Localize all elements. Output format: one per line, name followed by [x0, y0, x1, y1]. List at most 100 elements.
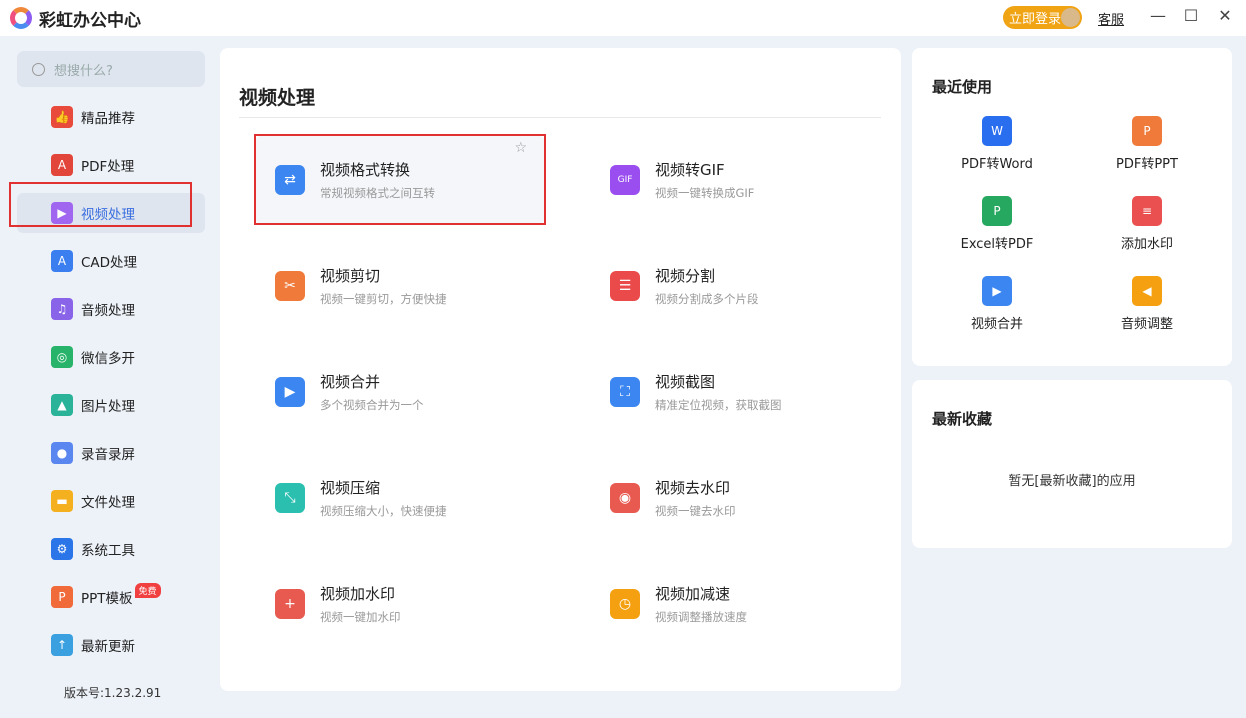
tool-desc: 视频一键去水印 [655, 504, 736, 518]
tool-desc: 精准定位视频，获取截图 [655, 398, 782, 412]
sidebar-item-label: CAD处理 [81, 255, 138, 271]
title-bar: 彩虹办公中心 立即登录 客服 — ☐ ✕ [0, 0, 1246, 36]
recent-item-label: Excel转PDF [960, 237, 1034, 252]
sidebar-item[interactable]: ⚙ 系统工具 [17, 529, 205, 569]
tool-title: 视频转GIF [655, 161, 725, 179]
sidebar-item-icon: A [51, 154, 73, 176]
recent-item-label: 视频合并 [970, 317, 1023, 332]
minimize-icon[interactable]: — [1148, 6, 1168, 25]
recent-item[interactable]: ≡ 添加水印 [1072, 196, 1222, 252]
sidebar-item-icon: A [51, 250, 73, 272]
recent-item[interactable]: P Excel转PDF [922, 196, 1072, 252]
tool-title: 视频剪切 [320, 267, 381, 285]
tool-icon: ◉ [610, 483, 640, 513]
recent-item-icon: ◀ [1132, 276, 1162, 306]
recent-item[interactable]: W PDF转Word [922, 116, 1072, 172]
login-button[interactable]: 立即登录 [1003, 6, 1082, 29]
sidebar-item[interactable]: ↑ 最新更新 [17, 625, 205, 665]
tool-title: 视频分割 [655, 267, 716, 285]
sidebar-item-icon: ▲ [51, 394, 73, 416]
tool-card[interactable]: ◉ 视频去水印视频一键去水印 [590, 454, 880, 542]
app-logo-icon [10, 7, 32, 29]
version-label: 版本号:1.23.2.91 [64, 686, 162, 700]
sidebar-item-icon: P [51, 586, 73, 608]
tool-icon: ✂ [275, 271, 305, 301]
maximize-icon[interactable]: ☐ [1181, 6, 1201, 25]
tool-card[interactable]: ▶ 视频合并多个视频合并为一个 [255, 348, 545, 436]
tool-card[interactable]: GIF 视频转GIF 视频一键转换成GIF [590, 136, 880, 224]
recent-item-label: 音频调整 [1120, 317, 1173, 332]
sidebar-item[interactable]: ◎ 微信多开 [17, 337, 205, 377]
sidebar-item[interactable]: ♫ 音频处理 [17, 289, 205, 329]
tool-icon: ▶ [275, 377, 305, 407]
close-icon[interactable]: ✕ [1215, 6, 1235, 25]
sidebar-item[interactable]: P PPT模板 免费 [17, 577, 205, 617]
tool-desc: 视频一键加水印 [320, 610, 401, 624]
recent-item[interactable]: ◀ 音频调整 [1072, 276, 1222, 332]
sidebar-item[interactable]: A PDF处理 [17, 145, 205, 185]
recent-item-icon: P [1132, 116, 1162, 146]
page-title: 视频处理 [239, 87, 316, 109]
app-title: 彩虹办公中心 [39, 10, 141, 31]
sidebar-item[interactable]: ▬ 文件处理 [17, 481, 205, 521]
recent-item-icon: W [982, 116, 1012, 146]
tool-icon: ☰ [610, 271, 640, 301]
sidebar-item-icon: ● [51, 442, 73, 464]
tool-title: 视频加水印 [320, 585, 396, 603]
sidebar-item-label: 图片处理 [81, 399, 135, 415]
tool-icon: GIF [610, 165, 640, 195]
sidebar-item-label: 精品推荐 [81, 111, 135, 127]
sidebar-item[interactable]: A CAD处理 [17, 241, 205, 281]
sidebar-item-icon: ↑ [51, 634, 73, 656]
tool-desc: 多个视频合并为一个 [320, 398, 424, 412]
sidebar-item-label: 文件处理 [81, 495, 135, 511]
recent-panel: 最近使用 W PDF转Word P PDF转PPT P Excel转PDF ≡ 添加水印 ▶ 视频… [912, 48, 1232, 366]
sidebar-item-icon: 👍 [51, 106, 73, 128]
sidebar: 想搜什么? 👍 精品推荐 A PDF处理 ▶ 视频处理 A CAD处理 ♫ 音频处理 ◎ 微信多开 ▲ 图… [0, 36, 218, 718]
tool-card[interactable]: ☰ 视频分割视频分割成多个片段 [590, 242, 880, 330]
tool-card[interactable]: ⤡ 视频压缩 视频压缩大小，快速便捷 [255, 454, 545, 542]
recent-title: 最近使用 [932, 78, 993, 96]
tool-desc: 视频分割成多个片段 [655, 292, 759, 306]
favorites-panel: 最新收藏 暂无[最新收藏]的应用 [912, 380, 1232, 548]
sidebar-item-label: 录音录屏 [81, 447, 135, 463]
highlight-box [254, 134, 546, 225]
sidebar-item[interactable]: ● 录音录屏 [17, 433, 205, 473]
search-input[interactable]: 想搜什么? [17, 51, 205, 87]
customer-service-link[interactable]: 客服 [1098, 9, 1124, 28]
sidebar-item[interactable]: 👍 精品推荐 [17, 97, 205, 137]
tool-desc: 视频一键转换成GIF [655, 186, 755, 200]
tool-card[interactable]: ⛶ 视频截图精准定位视频，获取截图 [590, 348, 880, 436]
tool-card[interactable]: ◷ 视频加减速 视频调整播放速度 [590, 560, 880, 648]
favorites-title: 最新收藏 [932, 410, 993, 428]
sidebar-item[interactable]: ▲ 图片处理 [17, 385, 205, 425]
recent-item-icon: P [982, 196, 1012, 226]
recent-item-label: 添加水印 [1120, 237, 1173, 252]
recent-item-label: PDF转Word [961, 157, 1033, 172]
login-label: 立即登录 [1009, 12, 1062, 27]
tool-title: 视频合并 [320, 373, 381, 391]
tool-title: 视频截图 [655, 373, 716, 391]
recent-item[interactable]: ▶ 视频合并 [922, 276, 1072, 332]
tool-desc: 视频压缩大小，快速便捷 [320, 504, 447, 518]
tool-desc: 视频调整播放速度 [655, 610, 747, 624]
tool-icon: ⛶ [610, 377, 640, 407]
sidebar-item-icon: ⚙ [51, 538, 73, 560]
sidebar-item-label: 音频处理 [81, 303, 135, 319]
sidebar-item-icon: ◎ [51, 346, 73, 368]
sidebar-item-label: 最新更新 [81, 639, 135, 655]
recent-item-icon: ≡ [1132, 196, 1162, 226]
sidebar-item-label: PPT模板 [81, 591, 133, 607]
favorites-empty: 暂无[最新收藏]的应用 [1008, 474, 1136, 489]
tool-card[interactable]: + 视频加水印视频一键加水印 [255, 560, 545, 648]
tool-icon: + [275, 589, 305, 619]
tool-icon: ◷ [610, 589, 640, 619]
tool-title: 视频压缩 [320, 479, 381, 497]
sidebar-item-label: PDF处理 [81, 159, 135, 175]
tool-card[interactable]: ✂ 视频剪切 视频一键剪切，方便快捷 [255, 242, 545, 330]
tool-title: 视频去水印 [655, 479, 731, 497]
highlight-box [9, 182, 192, 227]
search-placeholder: 想搜什么? [54, 63, 113, 79]
sidebar-item-icon: ▬ [51, 490, 73, 512]
recent-item[interactable]: P PDF转PPT [1072, 116, 1222, 172]
